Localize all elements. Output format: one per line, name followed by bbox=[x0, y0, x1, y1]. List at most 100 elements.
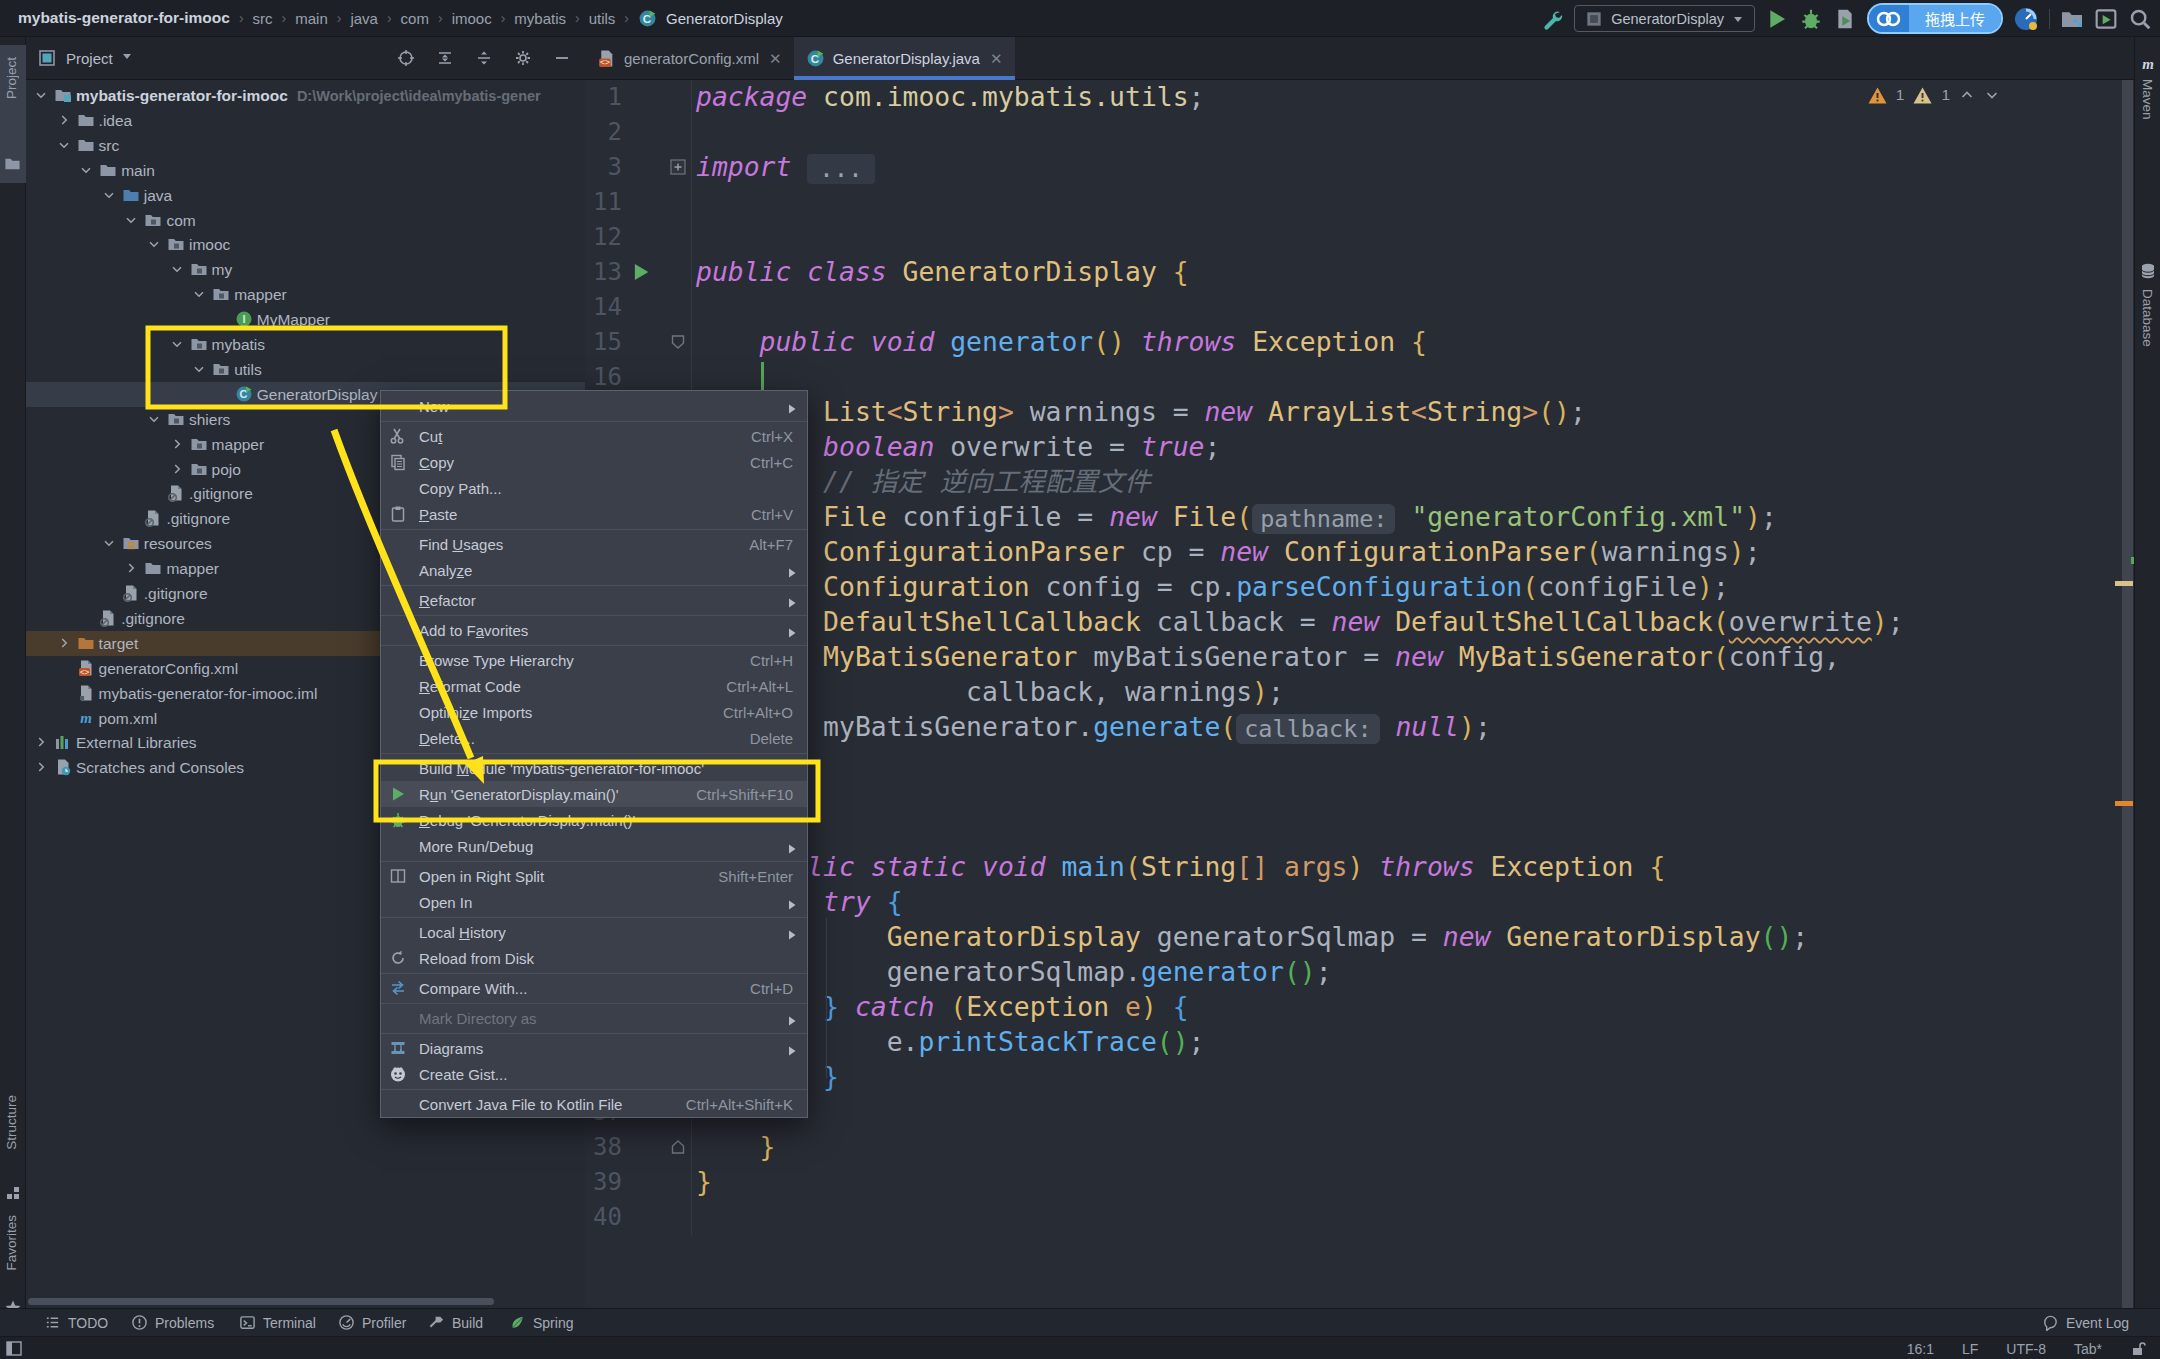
warning-stripe-mark-2[interactable] bbox=[2115, 801, 2133, 806]
menu-item-paste[interactable]: Paste Ctrl+V bbox=[381, 501, 807, 527]
build-wrench-icon[interactable] bbox=[1540, 7, 1564, 31]
tree-item-mybatis-generator-for-imooc[interactable]: mybatis-generator-for-imoocD:\Work\proje… bbox=[26, 83, 585, 108]
menu-item-open-in[interactable]: Open In bbox=[381, 889, 807, 915]
breadcrumb-segment[interactable]: utils bbox=[589, 10, 616, 27]
tree-chevron-icon[interactable] bbox=[56, 112, 72, 128]
menu-item-build-module-mybatis-generator-for-imooc-[interactable]: Build Module 'mybatis-generator-for-imoo… bbox=[381, 755, 807, 781]
code-line-38[interactable]: 38 } bbox=[585, 1130, 2134, 1165]
toolwindow-toggle-icon[interactable] bbox=[6, 1341, 26, 1359]
code-line-26[interactable]: 26 myBatisGenerator.generate(callback: n… bbox=[585, 710, 2134, 745]
run-button[interactable] bbox=[1765, 7, 1789, 31]
code-line-39[interactable]: 39} bbox=[585, 1165, 2134, 1200]
menu-item-local-history[interactable]: Local History bbox=[381, 919, 807, 945]
toolwindow-button-problems[interactable]: Problems bbox=[131, 1314, 214, 1331]
warning-stripe-mark[interactable] bbox=[2115, 581, 2133, 586]
inspections-widget[interactable]: 1 1 bbox=[1868, 86, 2000, 104]
code-line-17[interactable]: 17 List<String> warnings = new ArrayList… bbox=[585, 395, 2134, 430]
code-line-27[interactable]: 27 bbox=[585, 745, 2134, 780]
code-line-20[interactable]: 20 File configFile = new File(pathname: … bbox=[585, 500, 2134, 535]
tree-chevron-icon[interactable] bbox=[33, 759, 49, 775]
tree-item-com[interactable]: com bbox=[26, 208, 585, 233]
code-editor[interactable]: 1package com.imooc.mybatis.utils;23impor… bbox=[585, 80, 2134, 1308]
code-line-35[interactable]: 35 e.printStackTrace(); bbox=[585, 1025, 2134, 1060]
stripe-maven-label[interactable]: Maven bbox=[2140, 79, 2155, 120]
menu-item-new[interactable]: New bbox=[381, 393, 807, 419]
tree-chevron-icon[interactable] bbox=[33, 734, 49, 750]
close-tab-icon[interactable]: ✕ bbox=[990, 50, 1003, 68]
tree-item-imooc[interactable]: imooc bbox=[26, 232, 585, 257]
code-line-13[interactable]: 13public class GeneratorDisplay { bbox=[585, 255, 2134, 290]
run-anything-icon[interactable] bbox=[2094, 7, 2118, 31]
close-tab-icon[interactable]: ✕ bbox=[769, 50, 782, 68]
locate-button[interactable] bbox=[397, 49, 415, 67]
tree-chevron-icon[interactable] bbox=[191, 361, 207, 377]
tree-item-mapper[interactable]: mapper bbox=[26, 282, 585, 307]
tree-chevron-icon[interactable] bbox=[56, 635, 72, 651]
tree-item--idea[interactable]: .idea bbox=[26, 108, 585, 133]
stripe-favorites-label[interactable]: Favorites bbox=[4, 1215, 19, 1271]
menu-item-more-run-debug[interactable]: More Run/Debug bbox=[381, 833, 807, 859]
tree-item-java[interactable]: java bbox=[26, 183, 585, 208]
menu-item-analyze[interactable]: Analyze bbox=[381, 557, 807, 583]
fold-close-icon[interactable] bbox=[669, 1138, 687, 1160]
code-line-14[interactable]: 14 bbox=[585, 290, 2134, 325]
breadcrumb-segment[interactable]: mybatis bbox=[514, 10, 566, 27]
breadcrumb-segment[interactable]: com bbox=[401, 10, 429, 27]
code-line-29[interactable]: 29 bbox=[585, 815, 2134, 850]
project-structure-icon[interactable] bbox=[2060, 7, 2084, 31]
horizontal-scrollbar[interactable] bbox=[28, 1298, 494, 1305]
breadcrumb-segment[interactable]: src bbox=[253, 10, 273, 27]
debug-button[interactable] bbox=[1799, 7, 1823, 31]
menu-item-compare-with-[interactable]: Compare With... Ctrl+D bbox=[381, 975, 807, 1001]
tree-chevron-icon[interactable] bbox=[78, 162, 94, 178]
editor-tab-0[interactable]: <> generatorConfig.xml ✕ bbox=[585, 37, 794, 80]
event-log-button[interactable]: Event Log bbox=[2042, 1314, 2129, 1331]
code-line-36[interactable]: 36 } bbox=[585, 1060, 2134, 1095]
tree-item-mybatis[interactable]: mybatis bbox=[26, 332, 585, 357]
menu-item-reformat-code[interactable]: Reformat Code Ctrl+Alt+L bbox=[381, 673, 807, 699]
fold-open-icon[interactable] bbox=[669, 333, 687, 355]
tree-chevron-icon[interactable] bbox=[169, 261, 185, 277]
code-line-15[interactable]: 15 public void generator() throws Except… bbox=[585, 325, 2134, 360]
editor-scrollbar[interactable] bbox=[2122, 80, 2133, 1308]
code-line-18[interactable]: 18 boolean overwrite = true; bbox=[585, 430, 2134, 465]
menu-item-refactor[interactable]: Refactor bbox=[381, 587, 807, 613]
menu-item-convert-java-file-to-kotlin-file[interactable]: Convert Java File to Kotlin File Ctrl+Al… bbox=[381, 1091, 807, 1117]
line-ending[interactable]: LF bbox=[1962, 1341, 1978, 1357]
tree-chevron-icon[interactable] bbox=[146, 236, 162, 252]
code-line-23[interactable]: 23 DefaultShellCallback callback = new D… bbox=[585, 605, 2134, 640]
breadcrumb-segment[interactable]: java bbox=[350, 10, 378, 27]
code-line-33[interactable]: 33 generatorSqlmap.generator(); bbox=[585, 955, 2134, 990]
next-warning-icon[interactable] bbox=[1984, 87, 2000, 103]
code-line-3[interactable]: 3import ... bbox=[585, 150, 2134, 185]
code-line-34[interactable]: 34 } catch (Exception e) { bbox=[585, 990, 2134, 1025]
code-line-11[interactable]: 11 bbox=[585, 185, 2134, 220]
editor-tab-1[interactable]: C GeneratorDisplay.java ✕ bbox=[794, 37, 1015, 80]
hide-panel-button[interactable] bbox=[553, 49, 571, 67]
menu-item-reload-from-disk[interactable]: Reload from Disk bbox=[381, 945, 807, 971]
menu-item-run-generatordisplay-main-[interactable]: Run 'GeneratorDisplay.main()' Ctrl+Shift… bbox=[381, 781, 807, 807]
toolwindow-button-build[interactable]: Build bbox=[428, 1314, 483, 1331]
chevron-down-icon[interactable] bbox=[113, 49, 134, 67]
menu-item-open-in-right-split[interactable]: Open in Right Split Shift+Enter bbox=[381, 863, 807, 889]
tree-chevron-icon[interactable] bbox=[146, 411, 162, 427]
breadcrumb-segment[interactable]: main bbox=[295, 10, 328, 27]
menu-item-debug-generatordisplay-main-[interactable]: Debug 'GeneratorDisplay.main()' bbox=[381, 807, 807, 833]
file-encoding[interactable]: UTF-8 bbox=[2006, 1341, 2046, 1357]
tree-chevron-icon[interactable] bbox=[123, 212, 139, 228]
coverage-button[interactable] bbox=[1833, 7, 1857, 31]
tree-chevron-icon[interactable] bbox=[33, 87, 49, 103]
breadcrumb-file[interactable]: GeneratorDisplay bbox=[666, 10, 783, 27]
menu-item-diagrams[interactable]: Diagrams bbox=[381, 1035, 807, 1061]
toolwindow-button-todo[interactable]: TODO bbox=[44, 1314, 108, 1331]
fold-expand-icon[interactable] bbox=[670, 159, 686, 179]
code-line-37[interactable]: 37 bbox=[585, 1095, 2134, 1130]
tree-item-src[interactable]: src bbox=[26, 133, 585, 158]
breadcrumb[interactable]: mybatis-generator-for-imooc›src›main›jav… bbox=[0, 9, 783, 28]
code-line-25[interactable]: 25 callback, warnings); bbox=[585, 675, 2134, 710]
menu-item-optimize-imports[interactable]: Optimize Imports Ctrl+Alt+O bbox=[381, 699, 807, 725]
toolwindow-button-profiler[interactable]: Profiler bbox=[338, 1314, 406, 1331]
menu-item-browse-type-hierarchy[interactable]: Browse Type Hierarchy Ctrl+H bbox=[381, 647, 807, 673]
breadcrumb-segment[interactable]: imooc bbox=[452, 10, 492, 27]
code-line-30[interactable]: 30 public static void main(String[] args… bbox=[585, 850, 2134, 885]
